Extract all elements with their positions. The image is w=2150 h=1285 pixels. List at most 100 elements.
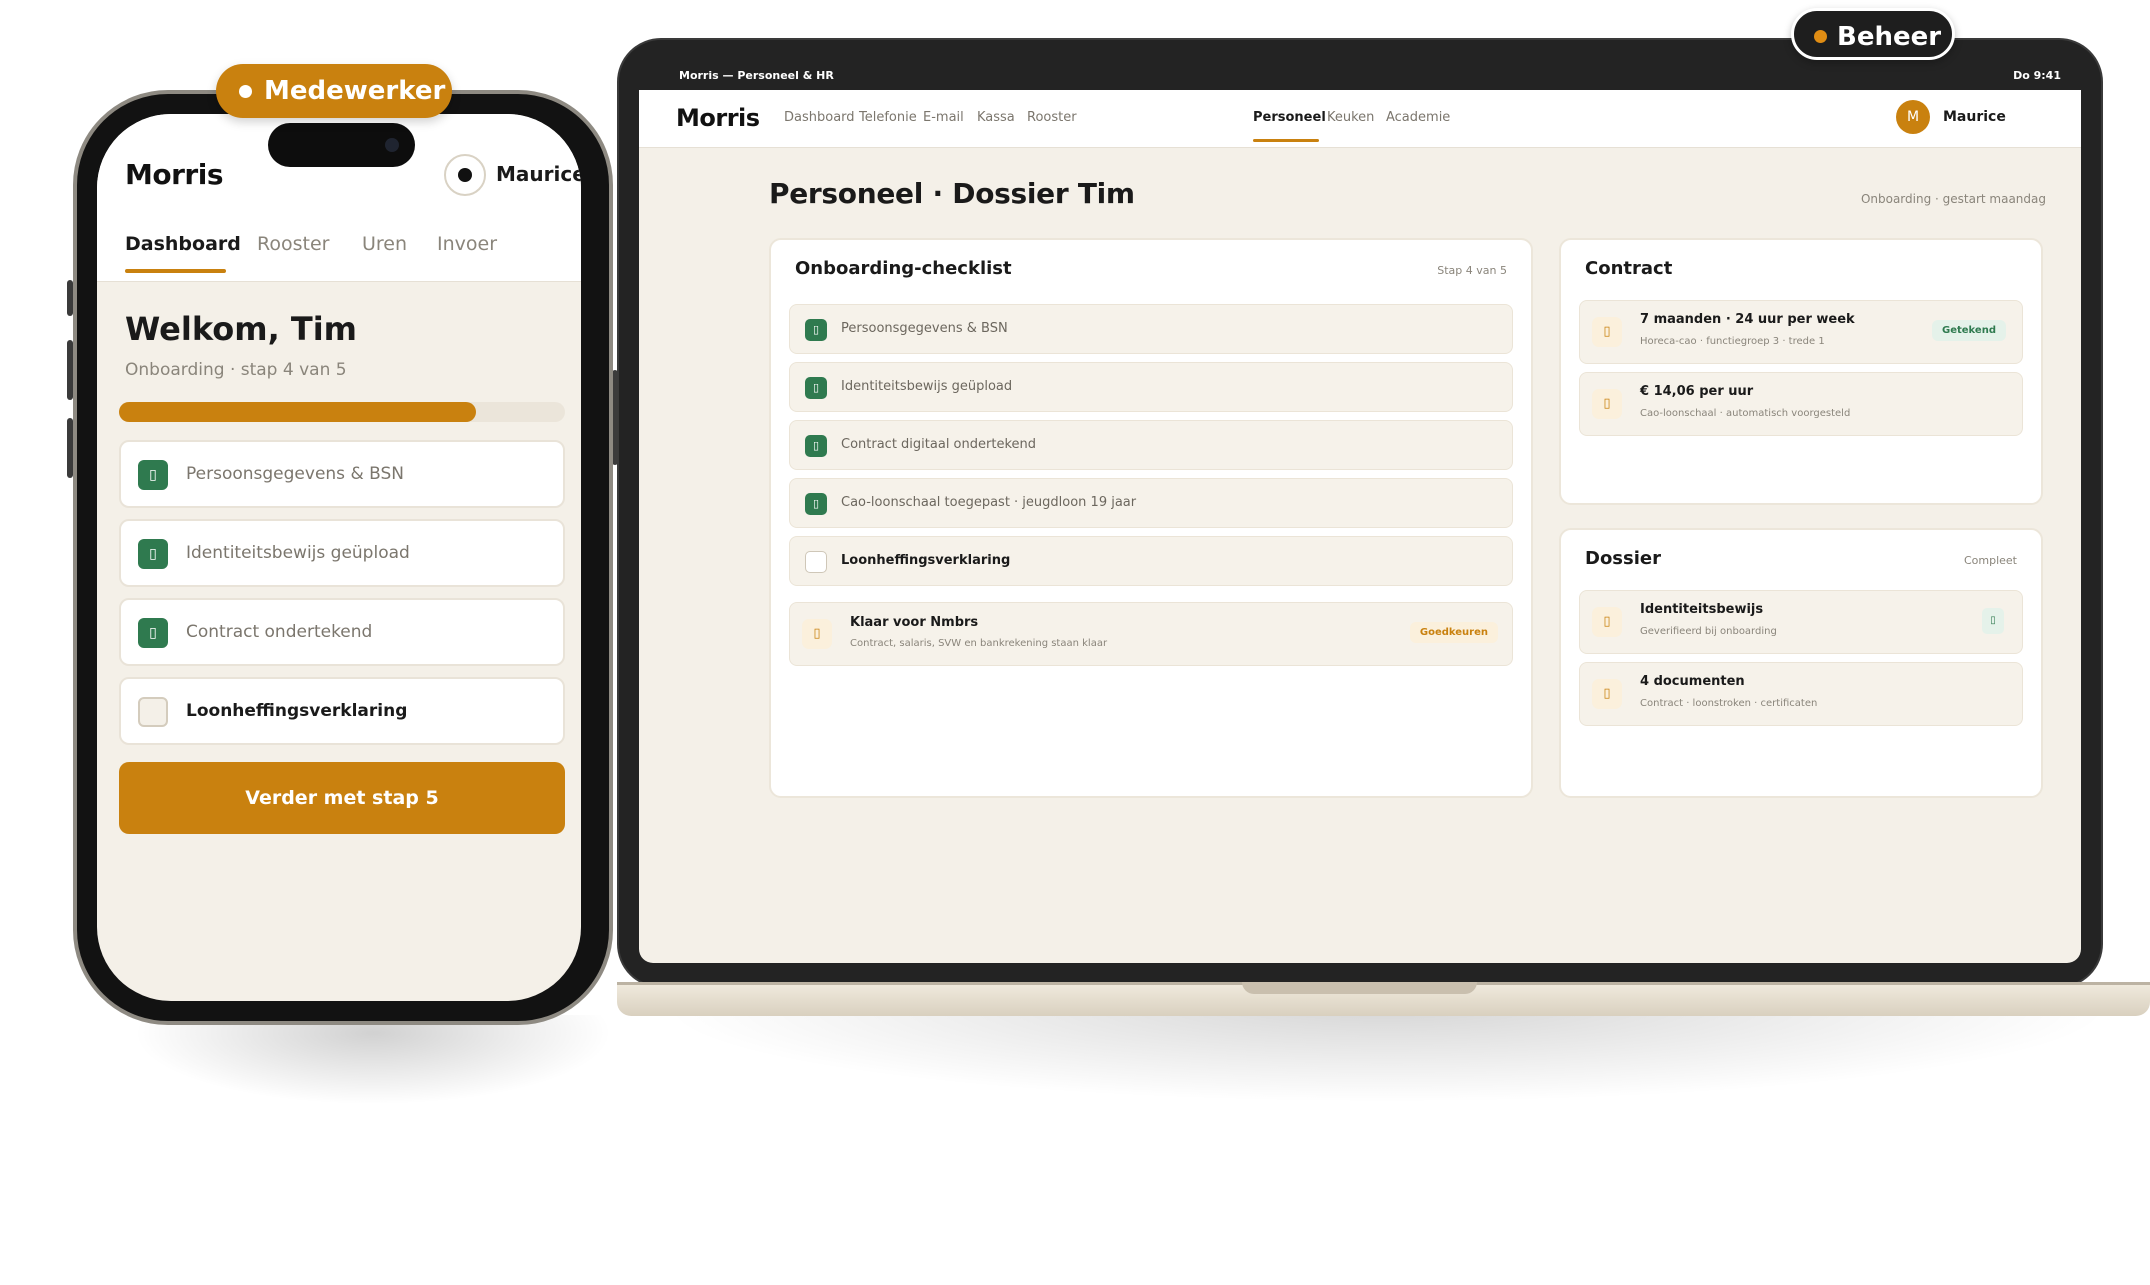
tab-rooster[interactable]: Rooster [257,233,329,255]
checklist-item[interactable]: ▯ Identiteitsbewijs geüpload [789,362,1513,412]
checklist-item-label: Contract ondertekend [186,622,373,642]
avatar[interactable]: M [1896,100,1930,134]
wage-icon: ▯ [1592,389,1622,419]
dynamic-island [268,123,415,167]
beheer-badge: Beheer [1791,8,1955,60]
checklist-item[interactable]: Loonheffingsverklaring [119,677,565,745]
active-tab-indicator [125,269,226,273]
page-subtitle: Onboarding · gestart maandag [1860,192,2046,206]
checkbox-checked-icon[interactable]: ▯ [805,493,827,515]
avatar[interactable] [444,154,486,196]
folder-icon: ▯ [1592,679,1622,709]
checklist-item[interactable]: Loonheffingsverklaring [789,536,1513,586]
checklist-item[interactable]: ▯ Contract ondertekend [119,598,565,666]
tab-dashboard[interactable]: Dashboard [125,233,241,255]
signed-badge: Getekend [1932,320,2006,341]
approve-button[interactable]: Goedkeuren [1409,622,1498,643]
tab-uren[interactable]: Uren [362,233,407,255]
checklist-item[interactable]: ▯ Persoonsgegevens & BSN [119,440,565,508]
checklist-item-label: Identiteitsbewijs geüpload [841,379,1013,394]
checklist-item[interactable]: ▯ Cao-loonschaal toegepast · jeugdloon 1… [789,478,1513,528]
contract-wage-row[interactable]: ▯ € 14,06 per uur Cao-loonschaal · autom… [1579,372,2023,436]
user-name[interactable]: Maurice [496,162,581,186]
dossier-card: Dossier Compleet ▯ Identiteitsbewijs Gev… [1559,528,2043,798]
laptop-device: Morris — Personeel & HR Do 9:41 Morris D… [617,38,2150,1103]
checklist-item-label: Cao-loonschaal toegepast · jeugdloon 19 … [841,495,1137,510]
row-title: Identiteitsbewijs [1640,602,1764,617]
checkbox-empty-icon[interactable] [138,697,168,727]
top-navigation: Morris Dashboard Telefonie E-mail Kassa … [639,90,2081,148]
card-title: Onboarding-checklist [795,258,1012,279]
window-title: Morris — Personeel & HR [679,69,834,82]
row-title: Klaar voor Nmbrs [850,615,979,630]
dossier-status: Compleet [1963,554,2017,567]
onboarding-checklist-card: Onboarding-checklist Stap 4 van 5 ▯ Pers… [769,238,1533,798]
checklist-item-label: Contract digitaal ondertekend [841,437,1036,452]
row-subtitle: Contract · loonstroken · certificaten [1640,698,1818,709]
checkbox-checked-icon[interactable]: ▯ [138,618,168,648]
checklist-item-label: Identiteitsbewijs geüpload [186,543,410,563]
progress-bar [119,402,565,422]
page-title: Personeel · Dossier Tim [769,177,1135,210]
row-title: 4 documenten [1640,674,1745,689]
brand-logo[interactable]: Morris [676,104,760,132]
checkbox-checked-icon[interactable]: ▯ [805,377,827,399]
checklist-item[interactable]: ▯ Persoonsgegevens & BSN [789,304,1513,354]
checkbox-empty-icon[interactable] [805,551,827,573]
laptop-statusbar: Morris — Personeel & HR Do 9:41 [639,60,2081,90]
status-dot-icon [239,85,252,98]
row-title: 7 maanden · 24 uur per week [1640,312,1855,327]
nav-personeel[interactable]: Personeel [1253,110,1326,125]
badge-label: Beheer [1837,22,1942,52]
laptop-base-notch [1242,982,1477,994]
phone-screen: Morris Maurice Dashboard Rooster Uren In… [97,114,581,1001]
document-icon: ▯ [802,619,832,649]
contract-duration-row[interactable]: ▯ 7 maanden · 24 uur per week Horeca-cao… [1579,300,2023,364]
onboarding-step: Onboarding · stap 4 van 5 [125,360,347,380]
badge-label: Medewerker [264,76,446,106]
clock: Do 9:41 [2013,69,2061,82]
nav-academie[interactable]: Academie [1386,110,1450,125]
welcome-heading: Welkom, Tim [125,310,358,348]
card-title: Dossier [1585,548,1661,569]
checkbox-checked-icon[interactable]: ▯ [805,319,827,341]
checkbox-checked-icon[interactable]: ▯ [138,460,168,490]
checklist-item[interactable]: ▯ Identiteitsbewijs geüpload [119,519,565,587]
phone-device: Morris Maurice Dashboard Rooster Uren In… [67,90,618,1105]
row-subtitle: Horeca-cao · functiegroep 3 · trede 1 [1640,336,1825,347]
card-title: Contract [1585,258,1673,279]
checklist-item-label: Loonheffingsverklaring [841,553,1011,568]
checkbox-checked-icon[interactable]: ▯ [138,539,168,569]
row-title: € 14,06 per uur [1640,384,1754,399]
row-subtitle: Cao-loonschaal · automatisch voorgesteld [1640,408,1851,419]
verified-icon: ▯ [1982,608,2004,634]
tab-invoer[interactable]: Invoer [437,233,497,255]
nav-dashboard[interactable]: Dashboard [784,110,855,125]
checklist-item-label: Persoonsgegevens & BSN [841,321,1008,336]
laptop-screen: Morris Dashboard Telefonie E-mail Kassa … [639,90,2081,963]
checklist-item-label: Loonheffingsverklaring [186,701,408,721]
brand-logo[interactable]: Morris [125,158,223,191]
nav-telefonie[interactable]: Telefonie [859,110,917,125]
row-subtitle: Contract, salaris, SVW en bankrekening s… [850,638,1108,649]
nav-rooster[interactable]: Rooster [1027,110,1077,125]
dossier-documents-row[interactable]: ▯ 4 documenten Contract · loonstroken · … [1579,662,2023,726]
nav-email[interactable]: E-mail [923,110,964,125]
nmbrs-ready-row: ▯ Klaar voor Nmbrs Contract, salaris, SV… [789,602,1513,666]
checklist-item-label: Persoonsgegevens & BSN [186,464,404,484]
next-step-button[interactable]: Verder met stap 5 [119,762,565,834]
dossier-id-row[interactable]: ▯ Identiteitsbewijs Geverifieerd bij onb… [1579,590,2023,654]
user-name[interactable]: Maurice [1943,109,2006,125]
contract-card: Contract ▯ 7 maanden · 24 uur per week H… [1559,238,2043,505]
nav-keuken[interactable]: Keuken [1327,110,1374,125]
id-card-icon: ▯ [1592,607,1622,637]
row-subtitle: Geverifieerd bij onboarding [1640,626,1777,637]
medewerker-badge: Medewerker [216,64,452,118]
progress-fill [119,402,476,422]
active-nav-indicator [1253,139,1319,142]
checklist-item[interactable]: ▯ Contract digitaal ondertekend [789,420,1513,470]
status-dot-icon [1814,30,1827,43]
checkbox-checked-icon[interactable]: ▯ [805,435,827,457]
nav-kassa[interactable]: Kassa [977,110,1015,125]
phone-shadow [133,1015,613,1105]
